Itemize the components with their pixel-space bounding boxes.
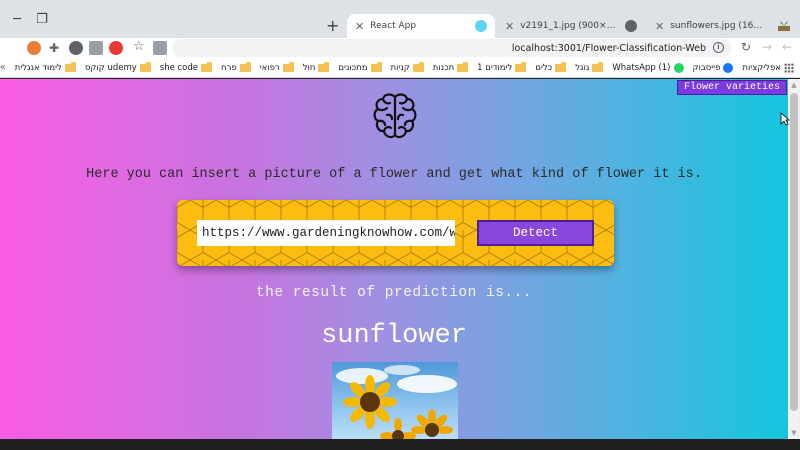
scroll-down-icon[interactable]: ▼ [788, 427, 800, 439]
bookmark-item[interactable]: תכנות [432, 61, 469, 73]
bookmark-label: רפואי [259, 62, 280, 73]
bookmark-item[interactable]: לימודים 1 [477, 61, 527, 73]
bookmark-label: מתכונים [338, 62, 368, 73]
extensions-icon[interactable]: ✚ [49, 41, 63, 55]
image-url-input[interactable] [197, 220, 455, 246]
bookmark-label: כלים [535, 62, 553, 73]
back-icon[interactable]: ← [782, 40, 792, 54]
flower-image [332, 362, 458, 439]
bookmark-label: אפליקציות [742, 62, 781, 73]
bookmark-label: פייסבוק [692, 62, 721, 73]
bookmark-item[interactable]: חול [302, 61, 330, 73]
upload-form: Detect [177, 200, 614, 266]
folder-icon [139, 61, 151, 72]
react-icon [475, 20, 487, 32]
folder-icon [457, 61, 469, 72]
forward-icon[interactable]: → [762, 40, 772, 54]
minimize-icon[interactable]: ─ [10, 12, 24, 27]
tab-image-2[interactable]: ✕ sunflowers.jpg (1600×1200) [647, 14, 771, 38]
folder-icon [592, 61, 604, 72]
bookmark-item[interactable]: רפואי [259, 61, 294, 73]
more-bookmarks-icon[interactable]: » [0, 62, 6, 73]
brain-icon [373, 93, 417, 139]
opera-icon[interactable] [109, 41, 123, 55]
page-scrollbar[interactable]: ▲ ▼ [788, 79, 800, 439]
folder-icon [201, 61, 213, 72]
bookmark-label: she code [159, 62, 199, 73]
bookmark-label: חול [302, 62, 316, 73]
bookmark-label: לימוד אנגלית [14, 62, 62, 73]
star-icon[interactable]: ☆ [133, 39, 145, 54]
close-icon[interactable]: ✕ [505, 20, 514, 33]
close-icon[interactable]: ✕ [355, 20, 364, 33]
globe-icon [625, 20, 637, 32]
info-icon[interactable]: i [713, 42, 724, 53]
address-bar[interactable]: localhost:3001/Flower-Classification-Web… [172, 39, 732, 57]
share-icon[interactable] [153, 41, 167, 55]
bookmark-label: udemy קוקס [84, 62, 137, 73]
tab-image-1[interactable]: ✕ v2191_1.jpg (900×900) [497, 14, 645, 38]
scroll-up-icon[interactable]: ▲ [788, 79, 800, 91]
bookmark-label: גוגל [575, 62, 590, 73]
flower-varieties-button[interactable]: Flower varieties [676, 80, 787, 95]
bookmark-item[interactable]: פרח [221, 61, 251, 73]
avatar[interactable] [27, 41, 41, 55]
bookmark-item[interactable]: לימוד אנגלית [14, 61, 76, 73]
bookmark-item[interactable]: אפליקציות [742, 62, 794, 73]
new-tab-icon[interactable]: + [326, 16, 339, 35]
bookmark-label: פרח [221, 62, 237, 73]
printer-icon[interactable] [89, 41, 103, 55]
bookmark-item[interactable]: מתכונים [338, 61, 382, 73]
whatsapp-icon [673, 62, 684, 73]
folder-icon [412, 61, 424, 72]
folder-icon [555, 61, 567, 72]
tab-react-app[interactable]: ✕ React App [347, 14, 495, 38]
reload-icon[interactable]: ↻ [741, 40, 751, 54]
bookmark-item[interactable]: udemy קוקס [84, 61, 151, 73]
bookmark-item[interactable]: (1) WhatsApp [612, 62, 684, 73]
restore-icon[interactable]: ❐ [35, 12, 49, 27]
bookmark-item[interactable]: קניות [390, 61, 424, 73]
scrollbar-thumb[interactable] [790, 93, 798, 411]
profile-plant-icon[interactable] [776, 16, 792, 32]
close-icon[interactable]: ✕ [655, 20, 664, 33]
detect-button[interactable]: Detect [477, 220, 594, 246]
folder-icon [64, 61, 76, 72]
bookmark-label: (1) WhatsApp [612, 62, 671, 73]
bookmarks-bar: אפליקציות פייסבוק (1) WhatsApp גוגל כלים לימו… [0, 58, 800, 78]
result-label: the result of prediction is... [255, 285, 533, 301]
page-content: Flower varieties Here you can insert a p… [0, 79, 800, 439]
folder-icon [515, 61, 527, 72]
folder-icon [282, 61, 294, 72]
bookmark-label: תכנות [432, 62, 455, 73]
prediction-result: sunflower [321, 321, 467, 351]
bookmark-item[interactable]: she code [159, 61, 213, 73]
bookmark-item[interactable]: כלים [535, 61, 567, 73]
folder-icon [239, 61, 251, 72]
bookmark-item[interactable]: גוגל [575, 61, 604, 73]
bookmark-item[interactable]: פייסבוק [692, 62, 734, 73]
folder-icon [370, 61, 382, 72]
bookmark-label: לימודים 1 [477, 62, 513, 73]
bookmark-label: קניות [390, 62, 410, 73]
intro-text: Here you can insert a picture of a flowe… [86, 167, 702, 182]
browser-toolbar: ✚ ☆ localhost:3001/Flower-Classification… [0, 38, 800, 58]
extension-circle-icon[interactable] [69, 41, 83, 55]
taskbar [0, 439, 800, 450]
mouse-cursor-icon [780, 112, 790, 126]
facebook-icon [723, 62, 734, 73]
folder-icon [318, 61, 330, 72]
tab-strip: ─ ❐ + ✕ React App ✕ v2191_1.jpg (900×900… [0, 0, 800, 38]
apps-icon [784, 62, 794, 73]
